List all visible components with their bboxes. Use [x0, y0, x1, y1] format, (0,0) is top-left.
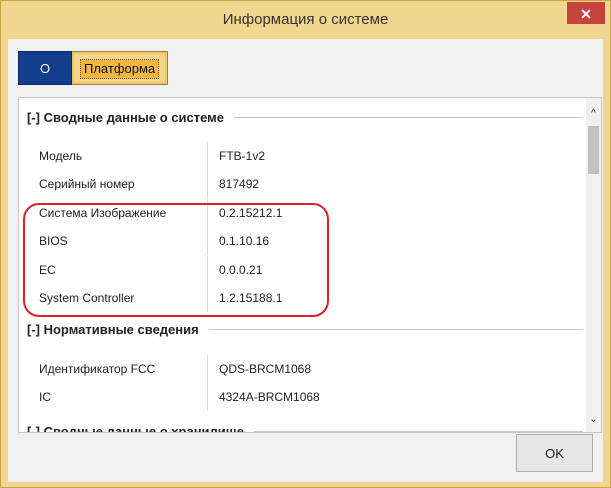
column-divider: [207, 355, 208, 383]
section-divider: [208, 328, 583, 330]
table-row: IC 4324A-BRCM1068: [39, 383, 579, 411]
section-title: [-] Сводные данные о системе: [27, 109, 225, 125]
section-divider: [234, 116, 583, 118]
row-value: QDS-BRCM1068: [219, 362, 312, 376]
scroll-down-icon[interactable]: ⌄: [586, 412, 601, 428]
row-label: Система Изображение: [39, 206, 167, 220]
section-title: [-] Нормативные сведения: [27, 321, 199, 337]
row-label: IC: [39, 390, 51, 404]
column-divider: [207, 284, 208, 312]
table-row: System Controller 1.2.15188.1: [39, 284, 579, 312]
row-value: 0.0.0.21: [219, 263, 263, 277]
section-divider: [254, 430, 583, 432]
section-storage[interactable]: [-] Сводные данные о хранилище: [27, 422, 583, 432]
row-label: EC: [39, 263, 56, 277]
row-label: Идентификатор FCC: [39, 362, 156, 376]
row-value: 0.2.15212.1: [219, 206, 283, 220]
row-value: 0.1.10.16: [219, 234, 270, 248]
tab-platform-label: Платформа: [80, 59, 160, 79]
section-title: [-] Сводные данные о хранилище: [27, 423, 245, 433]
table-row: Серийный номер 817492: [39, 170, 579, 198]
row-value: 4324A-BRCM1068: [219, 390, 320, 404]
table-row: BIOS 0.1.10.16: [39, 227, 579, 255]
row-label: Модель: [39, 149, 83, 163]
column-divider: [207, 170, 208, 198]
column-divider: [207, 383, 208, 411]
tab-bar: О Платформа: [18, 51, 169, 85]
table-row: Идентификатор FCC QDS-BRCM1068: [39, 355, 579, 383]
row-value: 817492: [219, 177, 260, 191]
table-row: EC 0.0.0.21: [39, 256, 579, 284]
column-divider: [207, 142, 208, 170]
system-info-window: Информация о системе ✕ О Платформа [-] С…: [0, 0, 611, 488]
row-label: System Controller: [39, 291, 135, 305]
table-row: Модель FTB-1v2: [39, 142, 579, 170]
row-label: Серийный номер: [39, 177, 135, 191]
column-divider: [207, 256, 208, 284]
column-divider: [207, 199, 208, 227]
row-label: BIOS: [39, 234, 68, 248]
info-content: [-] Сводные данные о системе Модель FTB-…: [19, 98, 589, 432]
section-system-summary[interactable]: [-] Сводные данные о системе: [27, 108, 583, 126]
tab-about[interactable]: О: [18, 51, 72, 85]
window-title: Информация о системе: [222, 11, 389, 28]
close-icon: ✕: [580, 6, 592, 22]
vertical-scrollbar[interactable]: ^ ⌄: [586, 98, 601, 432]
column-divider: [207, 227, 208, 255]
scroll-up-icon[interactable]: ^: [586, 106, 601, 122]
info-panel[interactable]: [-] Сводные данные о системе Модель FTB-…: [18, 97, 602, 433]
close-button[interactable]: ✕: [567, 2, 605, 24]
scroll-thumb[interactable]: [588, 126, 599, 174]
table-row: Система Изображение 0.2.15212.1: [39, 199, 579, 227]
section-regulatory[interactable]: [-] Нормативные сведения: [27, 320, 583, 338]
ok-button[interactable]: OK: [516, 434, 593, 472]
tab-platform[interactable]: Платформа: [72, 51, 169, 85]
row-value: FTB-1v2: [219, 149, 266, 163]
row-value: 1.2.15188.1: [219, 291, 283, 305]
client-area: О Платформа [-] Сводные данные о системе…: [8, 39, 603, 482]
